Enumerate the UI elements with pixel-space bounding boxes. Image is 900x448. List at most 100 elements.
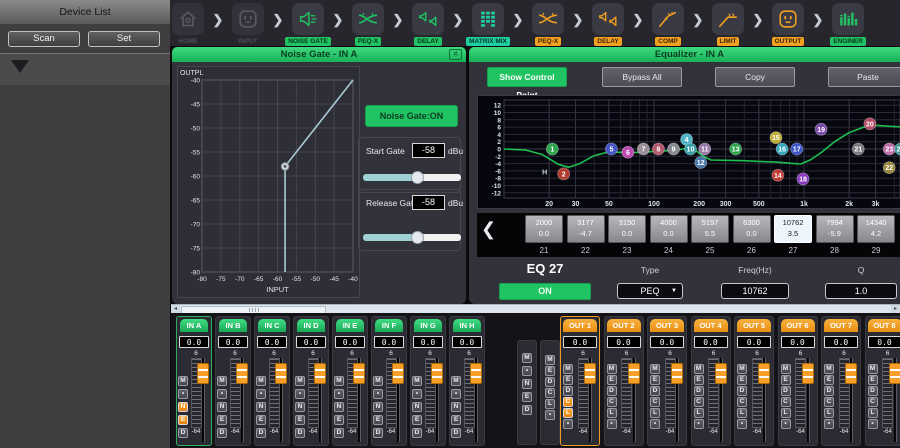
eq-control-point-8[interactable]: 8 xyxy=(652,143,664,155)
fader-handle[interactable] xyxy=(470,363,482,384)
channel-button-m[interactable]: M xyxy=(217,376,227,386)
channel-button-l[interactable]: L xyxy=(650,408,660,418)
band-scroll-left-icon[interactable]: ❮ xyxy=(481,219,496,240)
eq-band-cell-26[interactable]: 63000.0 xyxy=(733,215,771,243)
fader-handle[interactable] xyxy=(314,363,326,384)
channel-button-dot[interactable]: • xyxy=(607,419,617,429)
channel-button-e[interactable]: E xyxy=(824,375,834,385)
eq-control-point-5[interactable]: 5 xyxy=(605,143,617,155)
channel-button-dot[interactable]: • xyxy=(781,419,791,429)
eq-control-point-20[interactable]: 20 xyxy=(864,118,876,130)
channel-value[interactable]: 0.0 xyxy=(374,336,404,348)
freq-field[interactable]: 10762 xyxy=(721,283,789,299)
fader-handle[interactable] xyxy=(671,363,683,384)
eq-control-point-16[interactable]: 16 xyxy=(776,143,788,155)
eq-control-point-10[interactable]: 10 xyxy=(684,143,696,155)
channel-value[interactable]: 0.0 xyxy=(452,336,482,348)
toolbar-item-delay[interactable]: DELAY xyxy=(398,3,458,45)
fader-handle[interactable] xyxy=(802,363,814,384)
channel-button-n[interactable]: N xyxy=(256,402,266,412)
channel-value[interactable]: 0.0 xyxy=(296,336,326,348)
toolbar-item-output[interactable]: OUTPUT xyxy=(758,3,818,45)
eq-control-point-9[interactable]: 9 xyxy=(668,143,680,155)
channel-button-c[interactable]: C xyxy=(824,397,834,407)
channel-button-d[interactable]: D xyxy=(295,428,305,438)
eq-control-point-11[interactable]: 11 xyxy=(699,143,711,155)
channel-button-m[interactable]: M xyxy=(607,364,617,374)
eq-control-point-17[interactable]: 17 xyxy=(791,143,803,155)
channel-button-e[interactable]: E xyxy=(563,375,573,385)
channel-button-l[interactable]: L xyxy=(737,408,747,418)
channel-button-m[interactable]: M xyxy=(256,376,266,386)
channel-tab[interactable]: OUT 2 xyxy=(607,319,641,332)
mixer-scrollbar[interactable]: ◂ ▸ xyxy=(171,304,900,313)
start-gate-field[interactable]: -58 xyxy=(412,143,445,158)
channel-button-dot[interactable]: • xyxy=(868,419,878,429)
channel-button-dot[interactable]: • xyxy=(256,389,266,399)
channel-button-n[interactable]: N xyxy=(412,402,422,412)
channel-value[interactable]: 0.0 xyxy=(694,336,728,348)
channel-tab[interactable]: IN D xyxy=(297,319,325,332)
channel-value[interactable]: 0.0 xyxy=(179,336,209,348)
channel-tab[interactable]: OUT 6 xyxy=(781,319,815,332)
channel-button-dot[interactable]: • xyxy=(334,389,344,399)
fader-handle[interactable] xyxy=(584,363,596,384)
fader-handle[interactable] xyxy=(889,363,900,384)
fader-handle[interactable] xyxy=(392,363,404,384)
channel-button-e[interactable]: E xyxy=(217,415,227,425)
channel-tab[interactable]: IN B xyxy=(219,319,247,332)
channel-button-d[interactable]: D xyxy=(451,428,461,438)
eq-band-cell-22[interactable]: 3177-4.7 xyxy=(567,215,605,243)
set-button[interactable]: Set xyxy=(88,31,160,47)
channel-button-dot[interactable]: • xyxy=(373,389,383,399)
channel-button-m[interactable]: M xyxy=(451,376,461,386)
channel-button-l[interactable]: L xyxy=(824,408,834,418)
toolbar-item-enginer[interactable]: ENGINER xyxy=(818,3,878,45)
copy-button[interactable]: Copy xyxy=(715,67,795,87)
channel-button-e[interactable]: E xyxy=(650,375,660,385)
channel-button-l[interactable]: L xyxy=(868,408,878,418)
channel-button-m[interactable]: M xyxy=(412,376,422,386)
channel-button-m[interactable]: M xyxy=(868,364,878,374)
channel-button-m[interactable]: M xyxy=(650,364,660,374)
paste-button[interactable]: Paste xyxy=(828,67,900,87)
channel-button-d[interactable]: D xyxy=(563,386,573,396)
master-button-e[interactable]: E xyxy=(545,366,555,376)
channel-button-n[interactable]: N xyxy=(178,402,188,412)
channel-button-d[interactable]: D xyxy=(824,386,834,396)
master-button-dot[interactable]: • xyxy=(522,366,532,376)
channel-value[interactable]: 0.0 xyxy=(868,336,900,348)
fader-handle[interactable] xyxy=(197,363,209,384)
channel-tab[interactable]: OUT 4 xyxy=(694,319,728,332)
channel-tab[interactable]: IN E xyxy=(336,319,364,332)
type-select[interactable]: PEQ ▼ xyxy=(617,283,683,299)
eq-control-point-6[interactable]: 6 xyxy=(622,146,634,158)
tree-expand-arrow-icon[interactable] xyxy=(11,60,29,73)
channel-value[interactable]: 0.0 xyxy=(824,336,858,348)
channel-value[interactable]: 0.0 xyxy=(563,336,597,348)
eq-control-point-1[interactable]: 1 xyxy=(546,143,558,155)
channel-button-c[interactable]: C xyxy=(868,397,878,407)
channel-button-d[interactable]: D xyxy=(737,386,747,396)
channel-button-m[interactable]: M xyxy=(334,376,344,386)
channel-button-d[interactable]: D xyxy=(607,386,617,396)
channel-button-m[interactable]: M xyxy=(373,376,383,386)
channel-button-c[interactable]: C xyxy=(781,397,791,407)
channel-button-e[interactable]: E xyxy=(373,415,383,425)
master-button-d[interactable]: D xyxy=(522,405,532,415)
fader-handle[interactable] xyxy=(236,363,248,384)
master-button-n[interactable]: N xyxy=(522,379,532,389)
channel-button-e[interactable]: E xyxy=(295,415,305,425)
channel-button-e[interactable]: E xyxy=(868,375,878,385)
release-gate-slider[interactable] xyxy=(363,231,461,244)
channel-tab[interactable]: IN F xyxy=(375,319,403,332)
channel-button-m[interactable]: M xyxy=(563,364,573,374)
channel-button-d[interactable]: D xyxy=(650,386,660,396)
close-icon[interactable]: ✕ xyxy=(449,49,462,60)
channel-button-d[interactable]: D xyxy=(373,428,383,438)
toolbar-item-home[interactable]: HOME xyxy=(158,3,218,45)
channel-button-e[interactable]: E xyxy=(412,415,422,425)
eq-control-point-13[interactable]: 13 xyxy=(730,143,742,155)
channel-button-dot[interactable]: • xyxy=(737,419,747,429)
channel-button-c[interactable]: C xyxy=(737,397,747,407)
